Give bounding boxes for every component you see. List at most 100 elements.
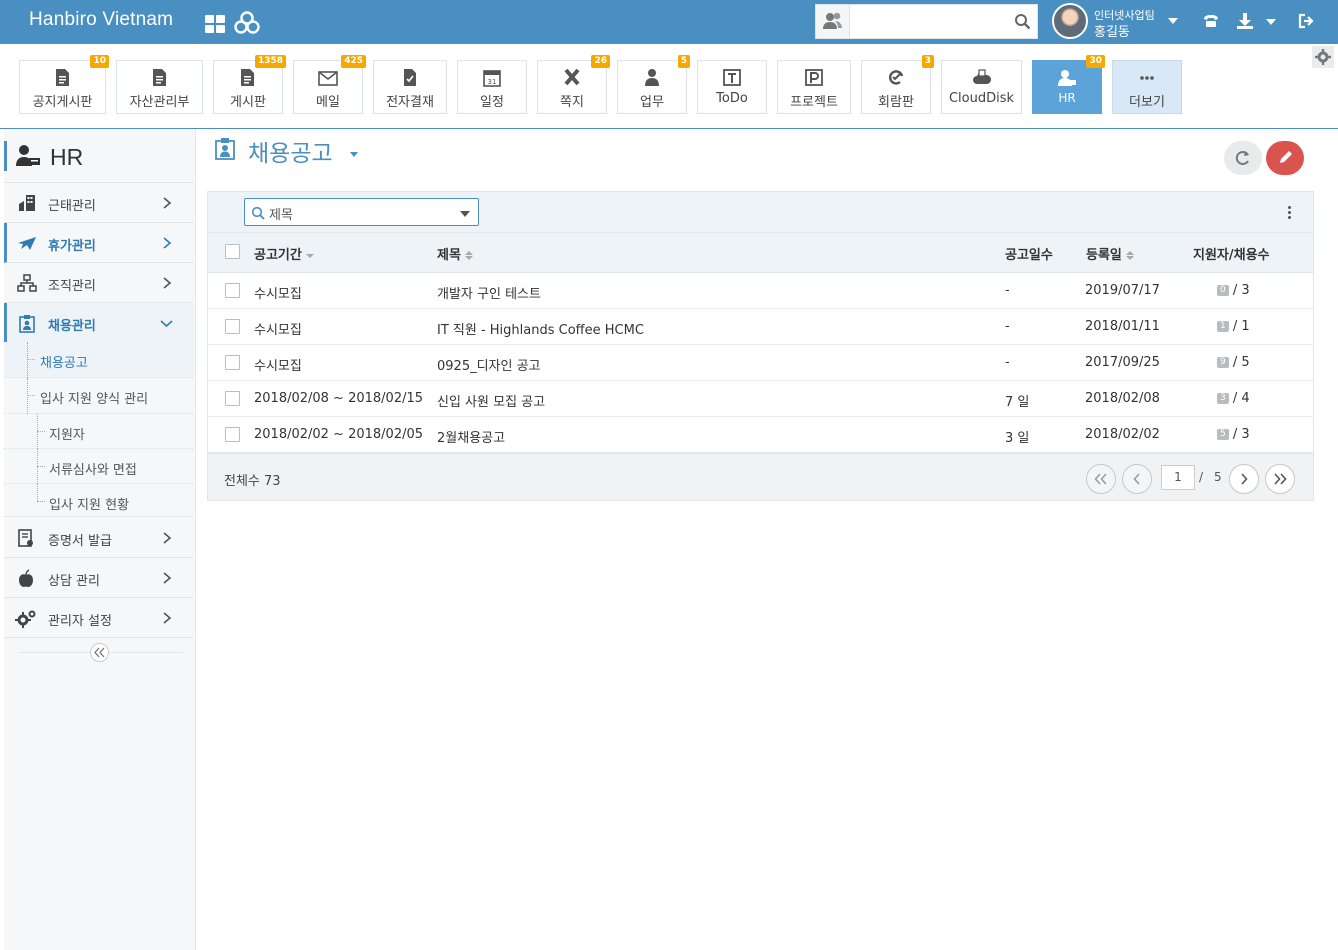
title-dropdown-caret-icon[interactable]	[350, 152, 358, 157]
sidebar-collapse-button[interactable]	[90, 643, 109, 662]
chevron-right-icon	[163, 277, 172, 289]
people-search-toggle[interactable]	[816, 5, 850, 38]
first-page-button[interactable]	[1086, 464, 1116, 494]
app-button[interactable]: CloudDisk	[941, 60, 1022, 114]
prev-page-button[interactable]	[1122, 464, 1152, 494]
cell-title[interactable]: 2월채용공고	[437, 427, 505, 446]
page-title[interactable]: 채용공고	[248, 134, 333, 168]
refresh-button[interactable]	[1224, 141, 1262, 175]
search-icon[interactable]	[1014, 13, 1031, 30]
sidebar-subitem-application-status[interactable]: 입사 지원 현황	[4, 484, 193, 517]
last-page-button[interactable]	[1265, 464, 1295, 494]
row-checkbox[interactable]	[225, 427, 240, 442]
table-row[interactable]: 수시모집 개발자 구인 테스트 - 2019/07/17 0 / 3	[207, 273, 1314, 309]
sidebar-item-label: 휴가관리	[48, 239, 96, 254]
write-button[interactable]	[1266, 141, 1304, 175]
app-grid-icon[interactable]	[205, 15, 226, 33]
app-button[interactable]: 자산관리부	[116, 60, 203, 114]
download-menu-caret-icon[interactable]	[1265, 18, 1277, 26]
hire-count: / 3	[1232, 427, 1250, 442]
cell-title[interactable]: 0925_디자인 공고	[437, 355, 541, 374]
cell-applicants: 5 / 3	[1217, 427, 1250, 442]
app-button[interactable]: HR 30	[1032, 55, 1105, 114]
hanbiro-logo-icon[interactable]	[234, 11, 260, 35]
table-row[interactable]: 2018/02/02 ~ 2018/02/05 2월채용공고 3 일 2018/02/…	[207, 417, 1314, 453]
sidebar-subitem-label: 서류심사와 면접	[49, 463, 137, 478]
global-search	[815, 4, 1038, 39]
cell-title[interactable]: IT 직원 - Highlands Coffee HCMC	[437, 319, 644, 338]
app-button[interactable]: ToDo	[697, 60, 767, 114]
row-checkbox[interactable]	[225, 319, 240, 334]
sidebar-item-label: 상담 관리	[48, 574, 100, 589]
app-button[interactable]: 쪽지 26	[537, 55, 610, 114]
search-field-select[interactable]: 제목	[244, 198, 479, 226]
brand-name[interactable]: Hanbiro Vietnam	[29, 9, 173, 31]
user-name[interactable]: 홍길동	[1094, 21, 1130, 40]
cell-title[interactable]: 신입 사원 모집 공고	[437, 391, 545, 410]
app-button[interactable]: 업무 5	[617, 55, 690, 114]
cell-days: 3 일	[1005, 431, 1030, 446]
app-button[interactable]: 전자결재	[373, 60, 447, 114]
column-title[interactable]: 제목	[437, 244, 473, 263]
chevron-right-icon	[163, 572, 172, 584]
applicant-count-badge[interactable]: 3	[1217, 393, 1229, 404]
user-menu-caret-icon[interactable]	[1168, 18, 1178, 24]
sidebar-item-certificates[interactable]: 증명서 발급	[4, 518, 193, 558]
sidebar-subitem-label: 입사 지원 양식 관리	[40, 392, 149, 407]
applicant-count-badge[interactable]: 0	[1217, 285, 1229, 296]
table-row[interactable]: 2018/02/08 ~ 2018/02/15 신입 사원 모집 공고 7 일 201…	[207, 381, 1314, 417]
table-row[interactable]: 수시모집 IT 직원 - Highlands Coffee HCMC - 2018/0…	[207, 309, 1314, 345]
app-label: 전자결재	[386, 95, 434, 110]
sidebar-item-leave[interactable]: 휴가관리	[4, 223, 193, 263]
sidebar-subitem-applicants[interactable]: 지원자	[4, 414, 193, 449]
applicant-count-badge[interactable]: 9	[1217, 357, 1229, 368]
row-checkbox[interactable]	[225, 391, 240, 406]
sidebar-item-recruitment[interactable]: 채용관리	[4, 303, 193, 343]
phone-icon[interactable]	[1202, 12, 1220, 30]
row-checkbox[interactable]	[225, 355, 240, 370]
hire-count: / 3	[1232, 283, 1250, 298]
hire-count: / 5	[1232, 355, 1250, 370]
user-avatar[interactable]	[1052, 3, 1088, 39]
app-button[interactable]: 31 일정	[457, 60, 527, 114]
sidebar-item-attendance[interactable]: 근태관리	[4, 183, 193, 223]
download-icon[interactable]	[1236, 12, 1254, 30]
select-all-checkbox[interactable]	[225, 244, 240, 259]
app-button[interactable]: 메일 425	[293, 55, 366, 114]
logout-icon[interactable]	[1297, 12, 1315, 30]
app-label: 회람판	[878, 95, 914, 110]
app-button[interactable]: 공지게시판 10	[19, 55, 109, 114]
row-checkbox[interactable]	[225, 283, 240, 298]
cell-date: 2018/01/11	[1085, 319, 1160, 334]
column-date[interactable]: 등록일	[1086, 244, 1134, 263]
tree-line	[27, 378, 28, 414]
column-period[interactable]: 공고기간	[254, 244, 314, 263]
app-button[interactable]: 더보기	[1112, 60, 1182, 114]
sidebar-subitem-job-postings[interactable]: 채용공고	[4, 342, 193, 378]
page-number-input[interactable]: 1	[1161, 465, 1195, 490]
next-page-button[interactable]	[1229, 464, 1259, 494]
table-row[interactable]: 수시모집 0925_디자인 공고 - 2017/09/25 9 / 5	[207, 345, 1314, 381]
sidebar-subitem-label: 입사 지원 현황	[49, 498, 130, 513]
sidebar-item-admin-settings[interactable]: 관리자 설정	[4, 598, 193, 638]
search-input[interactable]	[851, 5, 1011, 38]
search-field-value: 제목	[269, 208, 293, 223]
toolbar-settings[interactable]	[1312, 46, 1334, 68]
more-options-icon[interactable]	[1288, 206, 1292, 220]
app-button[interactable]: 회람판 3	[861, 55, 934, 114]
cell-date: 2018/02/02	[1085, 427, 1160, 442]
app-badge: 30	[1086, 55, 1105, 68]
sidebar-item-counseling[interactable]: 상담 관리	[4, 558, 193, 598]
app-label: HR	[1058, 91, 1076, 105]
app-button[interactable]: 게시판 1358	[213, 55, 286, 114]
app-button[interactable]: 프로젝트	[777, 60, 851, 114]
cell-title[interactable]: 개발자 구인 테스트	[437, 283, 541, 302]
apple-icon	[19, 569, 33, 587]
sidebar-subitem-application-forms[interactable]: 입사 지원 양식 관리	[4, 378, 193, 414]
applicant-count-badge[interactable]: 5	[1217, 429, 1229, 440]
sidebar-item-organization[interactable]: 조직관리	[4, 263, 193, 303]
applicant-count-badge[interactable]: 1	[1217, 321, 1229, 332]
tree-dash	[37, 466, 45, 467]
sidebar-subitem-screening-interview[interactable]: 서류심사와 면접	[4, 449, 193, 484]
hire-count: / 4	[1232, 391, 1250, 406]
